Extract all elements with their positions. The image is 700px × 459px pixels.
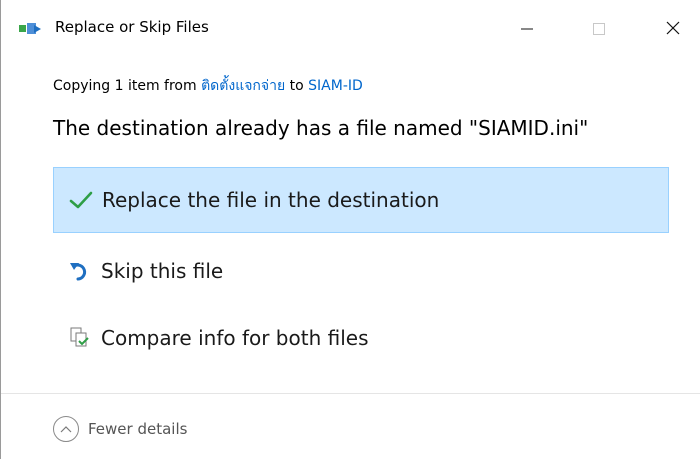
compare-files-option[interactable]: Compare info for both files xyxy=(53,305,669,371)
replace-file-label: Replace the file in the destination xyxy=(102,188,440,212)
destination-folder-link[interactable]: SIAM-ID xyxy=(308,78,363,94)
window-title: Replace or Skip Files xyxy=(55,18,209,36)
minimize-button[interactable] xyxy=(499,0,555,58)
copy-status-prefix: Copying 1 item from xyxy=(53,78,202,94)
compare-files-icon xyxy=(67,325,93,351)
conflict-message: The destination already has a file named… xyxy=(53,116,589,140)
checkmark-icon xyxy=(68,187,94,213)
close-icon xyxy=(666,20,680,39)
fewer-details-toggle[interactable]: Fewer details xyxy=(53,416,187,442)
skip-file-option[interactable]: Skip this file xyxy=(53,238,669,304)
copy-files-icon xyxy=(19,21,45,35)
skip-file-label: Skip this file xyxy=(101,259,224,283)
compare-files-label: Compare info for both files xyxy=(101,326,369,350)
maximize-icon xyxy=(593,20,605,39)
replace-file-option[interactable]: Replace the file in the destination xyxy=(53,167,669,233)
replace-skip-dialog: Replace or Skip Files Copying 1 item fro… xyxy=(0,0,700,459)
copy-status-connector: to xyxy=(285,78,309,94)
source-folder-link[interactable]: ติดตั้งแจกจ่าย xyxy=(201,78,285,94)
chevron-up-icon xyxy=(53,416,79,442)
minimize-icon xyxy=(521,20,533,39)
copy-status: Copying 1 item from ติดตั้งแจกจ่าย to SI… xyxy=(53,75,363,97)
title-bar[interactable]: Replace or Skip Files xyxy=(1,0,700,58)
close-button[interactable] xyxy=(645,0,700,58)
skip-arrow-icon xyxy=(67,258,93,284)
fewer-details-label: Fewer details xyxy=(88,420,188,438)
maximize-button[interactable] xyxy=(571,0,627,58)
